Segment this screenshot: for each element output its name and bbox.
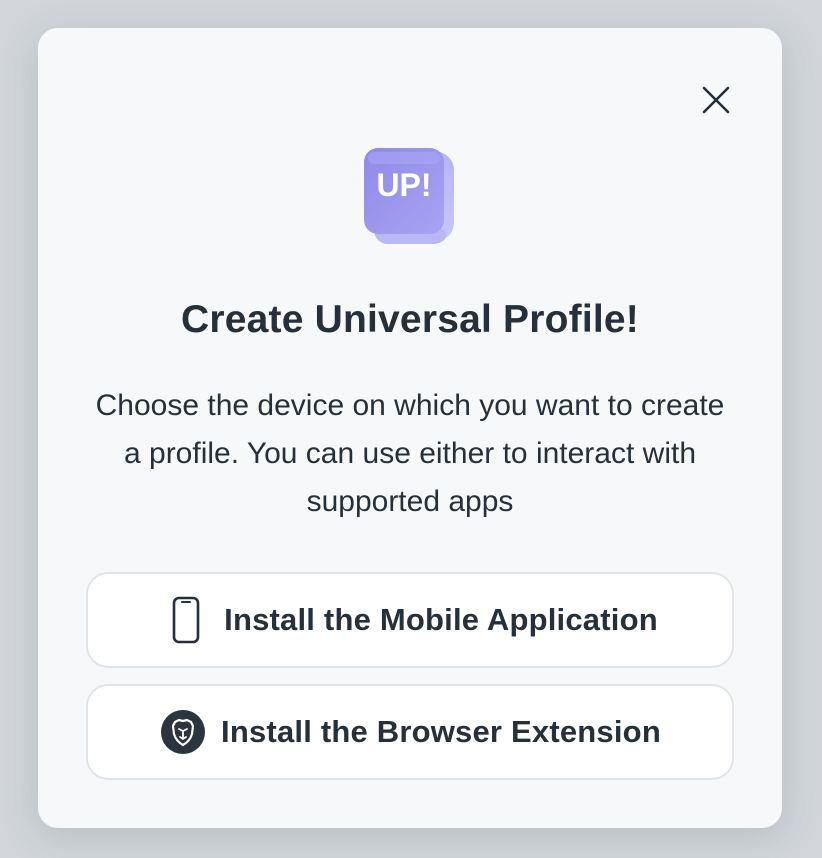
up-logo: UP! [360,142,460,246]
install-browser-extension-label: Install the Browser Extension [221,714,661,749]
install-mobile-app-label: Install the Mobile Application [224,602,658,637]
modal-title: Create Universal Profile! [180,298,639,341]
create-profile-modal: UP! Create Universal Profile! Choose the… [38,28,782,828]
brave-browser-icon [159,708,207,756]
install-browser-extension-button[interactable]: Install the Browser Extension [86,684,734,780]
modal-description: Choose the device on which you want to c… [95,389,725,518]
install-mobile-app-button[interactable]: Install the Mobile Application [86,572,734,668]
close-button[interactable] [696,80,736,120]
logo-text: UP! [376,167,431,203]
close-icon [702,86,730,114]
mobile-phone-icon [162,596,210,644]
